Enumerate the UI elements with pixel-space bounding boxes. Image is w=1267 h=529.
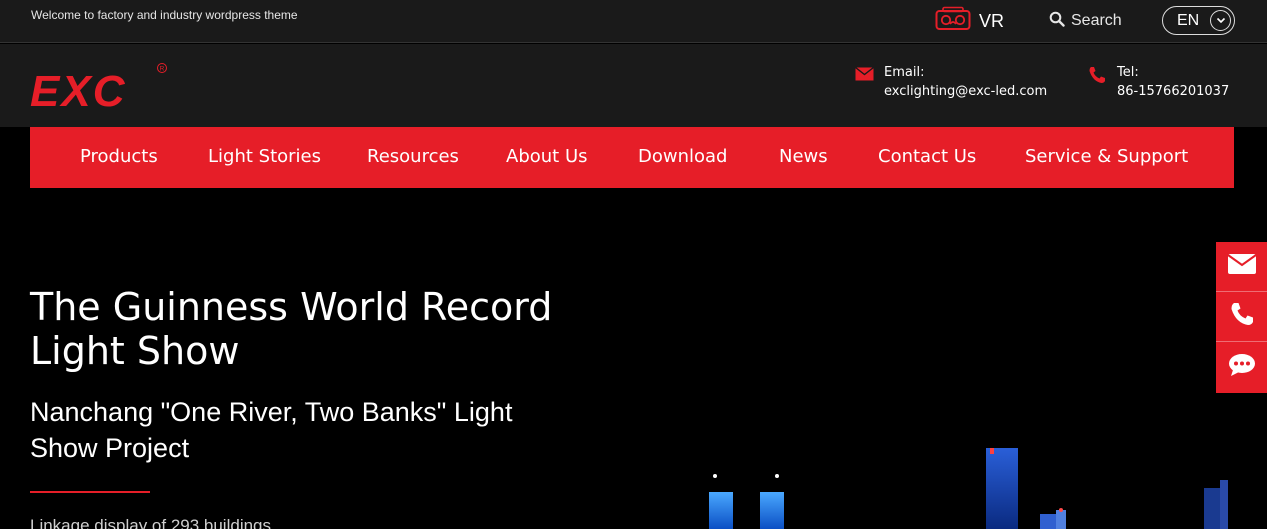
search-icon [1049, 11, 1065, 32]
email-icon [855, 63, 874, 101]
email-value[interactable]: exclighting@exc-led.com [884, 82, 1047, 101]
search-label: Search [1071, 12, 1122, 29]
vr-button[interactable]: VR [935, 6, 1005, 37]
phone-icon [1087, 63, 1107, 101]
hero-description: Linkage display of 293 buildings [30, 516, 272, 529]
tel-value[interactable]: 86-15766201037 [1117, 82, 1229, 101]
tel-label: Tel: [1117, 65, 1139, 80]
hero-subtitle: Nanchang "One River, Two Banks" Light Sh… [30, 397, 513, 463]
float-email-button[interactable] [1216, 242, 1267, 292]
vr-label: VR [979, 10, 1005, 31]
search-button[interactable]: Search [1049, 10, 1122, 32]
chevron-down-icon[interactable] [1210, 10, 1231, 31]
nav-item-service-support[interactable]: Service & Support [1025, 146, 1188, 167]
vr-headset-icon [935, 6, 971, 37]
language-label: EN [1177, 11, 1200, 29]
phone-icon [1229, 301, 1255, 332]
float-chat-button[interactable] [1216, 342, 1267, 392]
chat-icon [1228, 353, 1256, 382]
float-phone-button[interactable] [1216, 292, 1267, 342]
hero-divider [30, 491, 150, 493]
nav-item-contact-us[interactable]: Contact Us [878, 146, 976, 167]
email-icon [1226, 253, 1257, 280]
exc-logo[interactable]: EXC R [30, 62, 170, 116]
site-header: EXC R Email: exclighting@exc-led.com Tel… [0, 44, 1267, 127]
floating-contact-bar [1216, 242, 1267, 393]
hero-title: The Guinness World Record Light Show [30, 285, 553, 373]
email-label: Email: [884, 65, 925, 80]
nav-item-about-us[interactable]: About Us [506, 146, 588, 167]
nav-item-news[interactable]: News [779, 146, 828, 167]
contact-email[interactable]: Email: exclighting@exc-led.com [855, 63, 1047, 101]
logo-text: EXC [30, 67, 126, 110]
contact-tel[interactable]: Tel: 86-15766201037 [1087, 63, 1229, 101]
top-bar: Welcome to factory and industry wordpres… [0, 0, 1267, 43]
welcome-text: Welcome to factory and industry wordpres… [31, 8, 298, 22]
main-nav: Products Light Stories Resources About U… [30, 127, 1234, 192]
nav-item-light-stories[interactable]: Light Stories [208, 146, 321, 167]
svg-text:R: R [160, 66, 165, 73]
nav-item-download[interactable]: Download [638, 146, 727, 167]
hero-banner: The Guinness World Record Light Show Nan… [0, 188, 1267, 529]
nav-item-resources[interactable]: Resources [367, 146, 459, 167]
language-selector[interactable]: EN [1162, 6, 1235, 35]
nav-item-products[interactable]: Products [80, 146, 158, 167]
city-skyline-image [630, 428, 1267, 529]
